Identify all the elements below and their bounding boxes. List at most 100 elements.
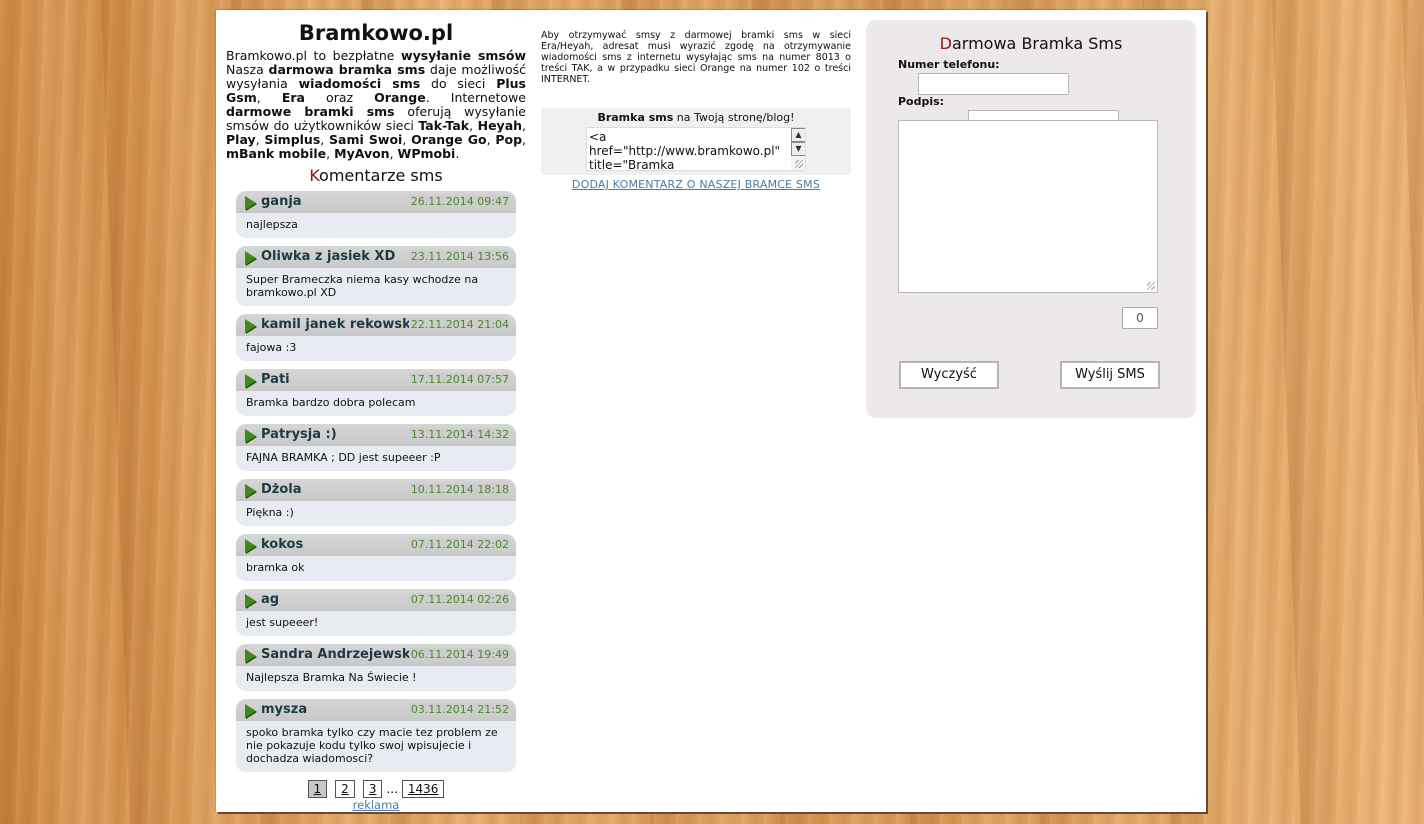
intro-keyword: mBank mobile <box>226 146 327 161</box>
intro-keyword: wiadomości sms <box>298 76 421 91</box>
arrow-right-icon <box>245 196 256 210</box>
comment-author: Pati <box>261 372 290 387</box>
intro-keyword: WPmobi <box>397 146 456 161</box>
intro-text-part: do sieci <box>420 76 497 91</box>
intro-keyword: Play <box>226 132 256 147</box>
intro-keyword: Simplus <box>264 132 321 147</box>
comment-header: Pati 17.11.2014 07:57 <box>236 369 516 391</box>
sms-form-panel: Darmowa Bramka Sms Numer telefonu: Podpi… <box>866 20 1196 418</box>
arrow-right-icon <box>245 319 256 333</box>
comment-author: Dżola <box>261 482 302 497</box>
comment-text: fajowa :3 <box>236 336 516 361</box>
arrow-right-icon <box>245 251 256 265</box>
comment-text: Najlepsza Bramka Na Świecie ! <box>236 666 516 691</box>
intro-text-part: , <box>389 146 398 161</box>
comment-text: najlepsza <box>236 213 516 238</box>
scroll-up-icon[interactable]: ▲ <box>791 128 805 142</box>
comment-header: kamil janek rekowski 22.11.2014 21:04 <box>236 314 516 336</box>
comment-item: mysza 03.11.2014 21:52 spoko bramka tylk… <box>236 699 516 772</box>
comment-date: 13.11.2014 14:32 <box>408 428 509 441</box>
network-info-text: Aby otrzymywać smsy z darmowej bramki sm… <box>541 30 851 85</box>
comment-item: Oliwka z jasiek XD 23.11.2014 13:56 Supe… <box>236 246 516 306</box>
comment-date: 07.11.2014 22:02 <box>408 538 509 551</box>
page-container: Bramkowo.pl Bramkowo.pl to bezpłatne wys… <box>216 10 1206 812</box>
left-column: Bramkowo.pl Bramkowo.pl to bezpłatne wys… <box>226 20 526 812</box>
comment-author: kamil janek rekowski <box>261 317 416 332</box>
comment-date: 06.11.2014 19:49 <box>408 648 509 661</box>
comment-item: ganja 26.11.2014 09:47 najlepsza <box>236 191 516 238</box>
page-link-1[interactable]: 1 <box>307 780 328 798</box>
form-title-initial: D <box>939 34 952 53</box>
ad-link[interactable]: reklama <box>226 798 526 812</box>
intro-keyword: darmowe bramki sms <box>226 104 395 119</box>
comment-author: ganja <box>261 194 302 209</box>
intro-keyword: Era <box>281 90 305 105</box>
page-link-3[interactable]: 3 <box>362 780 383 798</box>
comment-author: Sandra Andrzejewska <box>261 647 420 662</box>
message-textarea[interactable] <box>898 120 1158 293</box>
page-link-last[interactable]: 1436 <box>401 780 445 798</box>
send-sms-button[interactable]: Wyślij SMS <box>1060 361 1160 389</box>
intro-keyword: darmowa bramka sms <box>268 62 426 77</box>
comment-item: Sandra Andrzejewska 06.11.2014 19:49 Naj… <box>236 644 516 691</box>
resize-handle-icon[interactable] <box>1147 282 1155 290</box>
embed-code-textarea[interactable]: <a href="http://www.bramkowo.pl" title="… <box>586 127 806 171</box>
intro-text-part: , <box>469 118 478 133</box>
heading-rest: omentarze sms <box>319 166 443 185</box>
intro-keyword: Orange <box>374 90 426 105</box>
scroll-down-icon[interactable]: ▼ <box>791 142 805 156</box>
comment-author: ag <box>261 592 280 607</box>
phone-label: Numer telefonu: <box>898 58 1000 71</box>
comment-header: Oliwka z jasiek XD 23.11.2014 13:56 <box>236 246 516 268</box>
intro-text-part: Nasza <box>226 62 269 77</box>
intro-keyword: Orange Go <box>411 132 487 147</box>
comment-header: kokos 07.11.2014 22:02 <box>236 534 516 556</box>
comment-text: spoko bramka tylko czy macie tez problem… <box>236 721 516 772</box>
comment-date: 26.11.2014 09:47 <box>408 195 509 208</box>
phone-input[interactable] <box>918 73 1069 95</box>
arrow-right-icon <box>245 594 256 608</box>
embed-title-rest: na Twoją stronę/blog! <box>673 111 795 124</box>
comment-header: mysza 03.11.2014 21:52 <box>236 699 516 721</box>
comment-header: ag 07.11.2014 02:26 <box>236 589 516 611</box>
site-title: Bramkowo.pl <box>298 21 454 45</box>
page-link-2[interactable]: 2 <box>335 780 355 798</box>
clear-button[interactable]: Wyczyść <box>899 361 999 389</box>
arrow-right-icon <box>245 484 256 498</box>
arrow-right-icon <box>245 429 256 443</box>
arrow-right-icon <box>245 374 256 388</box>
comment-header: Patrysja :) 13.11.2014 14:32 <box>236 424 516 446</box>
intro-text-part: , <box>522 132 527 147</box>
comment-header: Sandra Andrzejewska 06.11.2014 19:49 <box>236 644 516 666</box>
intro-text-part: , <box>320 132 330 147</box>
embed-title: Bramka sms na Twoją stronę/blog! <box>541 111 851 124</box>
intro-text-part: . Internetowe <box>425 90 526 105</box>
embed-code-box: Bramka sms na Twoją stronę/blog! <a href… <box>541 108 851 175</box>
pagination: 1 2 3... 1436 <box>226 780 526 798</box>
embed-code: <a href="http://www.bramkowo.pl" title="… <box>589 130 781 171</box>
form-title: Darmowa Bramka Sms <box>866 34 1196 54</box>
intro-keyword: Tak-Tak <box>418 118 470 133</box>
intro-text-part: , <box>326 146 335 161</box>
intro-keyword: Sami Swoi <box>329 132 403 147</box>
comments-heading: Komentarze sms <box>226 165 526 187</box>
intro-keyword: Pop <box>495 132 523 147</box>
comment-date: 03.11.2014 21:52 <box>408 703 509 716</box>
add-comment-link[interactable]: DODAJ KOMENTARZ O NASZEJ BRAMCE SMS <box>541 178 851 191</box>
comment-item: Dżola 10.11.2014 18:18 Piękna :) <box>236 479 516 526</box>
comment-item: Pati 17.11.2014 07:57 Bramka bardzo dobr… <box>236 369 516 416</box>
char-counter: 0 <box>1122 307 1158 329</box>
comment-item: ag 07.11.2014 02:26 jest supeeer! <box>236 589 516 636</box>
intro-text-part: Bramkowo.pl to bezpłatne <box>226 48 402 63</box>
middle-column: Aby otrzymywać smsy z darmowej bramki sm… <box>541 30 851 191</box>
comment-text: jest supeeer! <box>236 611 516 636</box>
comment-date: 10.11.2014 18:18 <box>408 483 509 496</box>
resize-handle-icon[interactable] <box>795 160 803 168</box>
intro-text: Bramkowo.pl to bezpłatne wysyłanie smsów… <box>226 49 526 161</box>
pagination-ellipsis: ... <box>386 782 398 796</box>
comments-list: ganja 26.11.2014 09:47 najlepsza Oliwka … <box>236 191 516 772</box>
comment-item: kamil janek rekowski 22.11.2014 21:04 fa… <box>236 314 516 361</box>
intro-text-part: , <box>522 118 527 133</box>
comment-date: 17.11.2014 07:57 <box>408 373 509 386</box>
signature-label: Podpis: <box>898 95 945 108</box>
